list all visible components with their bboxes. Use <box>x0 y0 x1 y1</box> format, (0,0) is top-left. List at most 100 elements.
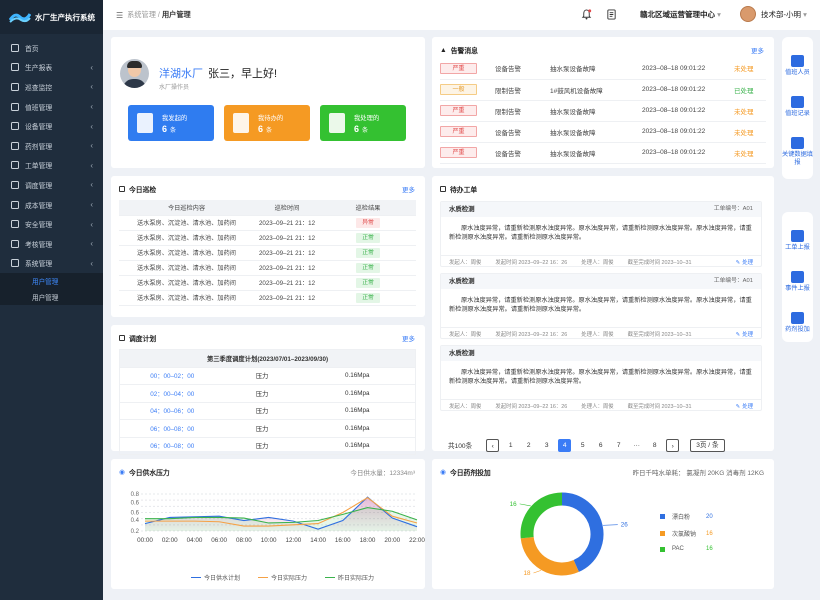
workorder-body: 原水浊度异常，请重新检测原水浊度异常。原水浊度异常，请重新检测原水浊度异常。原水… <box>449 369 752 385</box>
page-size-select[interactable]: 3页 / 条 <box>690 438 725 452</box>
plan-header: 第三季度调度计划(2023/07/01–2023/09/30) <box>119 349 416 368</box>
pie-legend-item[interactable]: 漂白粉 20 <box>660 512 713 521</box>
pagination-page[interactable]: 6 <box>594 439 607 452</box>
patrol-result-badge: 正常 <box>356 262 380 273</box>
alarm-row[interactable]: 严重 设备告警 抽水泵设备故障 2023–08–18 09:01:22 未处理 <box>440 142 766 164</box>
donut-slice-1[interactable] <box>520 536 579 576</box>
legend-line-icon <box>258 576 268 579</box>
plan-time: 04：00–06：00 <box>119 402 225 420</box>
pagination-page[interactable]: 3 <box>540 439 553 452</box>
pie-legend-item[interactable]: PAC 16 <box>660 546 713 552</box>
right-toolbar-report: 工单上报事件上报药剂投加 <box>782 212 813 342</box>
sidebar-item-label: 巡查监控 <box>25 84 53 92</box>
pagination-page[interactable]: 8 <box>648 439 661 452</box>
pagination-prev[interactable]: ‹ <box>486 438 500 452</box>
quick-action-group2-0[interactable]: 工单上报 <box>782 230 813 252</box>
alarm-status: 未处理 <box>734 142 766 164</box>
document-icon[interactable] <box>606 9 617 20</box>
pagination-page[interactable]: 4 <box>558 438 572 452</box>
region-selector[interactable]: 赣北区域运营管理中心 ▾ <box>640 9 721 20</box>
workorder-process-button[interactable]: ✎ 处理 <box>736 330 753 338</box>
quick-action-group1-1[interactable]: 值班记录 <box>782 96 813 118</box>
sidebar-item-9[interactable]: 安全管理 ‹ <box>0 214 103 234</box>
pagination-page[interactable]: 1 <box>504 439 517 452</box>
stat-number: 6 <box>354 124 360 134</box>
submenu-item[interactable]: 用户管理 <box>0 273 103 289</box>
donut-slice-0[interactable] <box>561 492 604 572</box>
patrol-content: 送水泵房、沉淀池、清水池、加药间 <box>119 275 254 291</box>
donut-slice-2[interactable] <box>520 492 563 539</box>
quick-action-group2-2[interactable]: 药剂投加 <box>782 312 813 334</box>
sidebar-item-0[interactable]: 首页 <box>0 38 103 58</box>
legend-value: 16 <box>706 530 713 537</box>
alarm-desc: 抽水泵设备故障 <box>550 142 642 164</box>
alarm-row[interactable]: 一般 限制告警 1#鼓风机设备故障 2023–08–18 09:01:22 已处理 <box>440 79 766 101</box>
chevron-left-icon: ‹ <box>90 160 93 170</box>
quick-action-group2-1[interactable]: 事件上报 <box>782 271 813 293</box>
pagination: 共100条 ‹ 1 2 3 4 5 6 7 ··· 8 › 3页 / 条 <box>448 438 725 452</box>
quick-action-group1-0[interactable]: 值班人员 <box>782 55 813 77</box>
submenu: 用户管理 用户管理 <box>0 273 103 306</box>
legend-item[interactable]: 今日供水计划 <box>191 573 240 582</box>
submenu-item[interactable]: 用户管理 <box>0 289 103 305</box>
stat-document-icon <box>329 113 345 133</box>
sidebar-item-8[interactable]: 成本管理 ‹ <box>0 195 103 215</box>
bell-icon[interactable] <box>581 9 592 20</box>
menu-toggle-icon[interactable]: ☰ <box>116 11 123 20</box>
legend-item[interactable]: 今日实际压力 <box>258 573 307 582</box>
workorder-process-button[interactable]: ✎ 处理 <box>736 258 753 266</box>
menu-item-icon <box>11 239 19 248</box>
top-header: ☰ 系统管理 / 用户管理 赣北区域运营管理中心 ▾ 技术部-小明 ▾ <box>103 0 820 30</box>
stat-card-1[interactable]: 我待办的 6 条 <box>224 105 310 141</box>
logo-icon <box>9 13 31 23</box>
patrol-col-time: 巡检时间 <box>254 200 320 216</box>
workorder-title-text: 待办工单 <box>450 187 478 194</box>
pie-legend-item[interactable]: 次氯酸钠 16 <box>660 529 713 538</box>
user-menu[interactable]: 技术部-小明 ▾ <box>740 6 807 22</box>
plan-item: 压力 <box>224 419 300 438</box>
sidebar: 水厂生产执行系统 首页 生产报表 ‹ 巡查监控 ‹ 值班管理 ‹ 设备管理 ‹ 药剂管理 ‹ 工单管理… <box>0 0 103 600</box>
sidebar-item-7[interactable]: 调度管理 ‹ <box>0 175 103 195</box>
edit-icon: ✎ <box>735 260 741 266</box>
pagination-page[interactable]: 2 <box>522 439 535 452</box>
sidebar-item-3[interactable]: 值班管理 ‹ <box>0 97 103 117</box>
plan-item: 压力 <box>224 402 300 420</box>
plan-time: 02：00–04：00 <box>119 384 225 403</box>
alarm-row[interactable]: 严重 限制告警 抽水泵设备故障 2023–08–18 09:01:22 未处理 <box>440 100 766 122</box>
plan-more-link[interactable]: 更多 <box>402 333 415 343</box>
alarm-row[interactable]: 严重 设备告警 抽水泵设备故障 2023–08–18 09:01:22 未处理 <box>440 121 766 143</box>
user-role: 水厂操作员 <box>159 85 190 91</box>
pagination-page[interactable]: 5 <box>576 439 589 452</box>
sidebar-item-5[interactable]: 药剂管理 ‹ <box>0 136 103 156</box>
legend-item[interactable]: 昨日实际压力 <box>325 573 374 582</box>
workorder-deadline: 截至完成时间 2023–10–31 <box>627 260 692 266</box>
patrol-time: 2023–09–21 21：12 <box>254 275 320 291</box>
pagination-next[interactable]: › <box>666 438 680 452</box>
legend-label: PAC <box>672 546 684 552</box>
sidebar-item-2[interactable]: 巡查监控 ‹ <box>0 77 103 97</box>
sidebar-item-4[interactable]: 设备管理 ‹ <box>0 116 103 136</box>
workorder-process-button[interactable]: ✎ 处理 <box>736 402 753 410</box>
sidebar-item-1[interactable]: 生产报表 ‹ <box>0 58 103 78</box>
pagination-page[interactable]: ··· <box>630 439 643 452</box>
patrol-row: 送水泵房、沉淀池、清水池、加药间 2023–09–21 21：12 异常 <box>119 215 416 231</box>
quick-action-group1-2[interactable]: 关键数据填报 <box>782 137 813 167</box>
alarm-more-link[interactable]: 更多 <box>751 45 764 55</box>
alarm-desc: 1#鼓风机设备故障 <box>550 79 642 101</box>
sidebar-item-6[interactable]: 工单管理 ‹ <box>0 156 103 176</box>
sidebar-item-10[interactable]: 考核管理 ‹ <box>0 234 103 254</box>
plan-card: 调度计划 更多 第三季度调度计划(2023/07/01–2023/09/30) … <box>111 325 425 455</box>
patrol-title: 今日巡检 <box>119 184 156 194</box>
stat-card-0[interactable]: 我发起的 6 条 <box>128 105 214 141</box>
alarm-row[interactable]: 严重 设备告警 抽水泵设备故障 2023–08–18 09:01:22 未处理 <box>440 58 766 80</box>
pagination-page[interactable]: 7 <box>612 439 625 452</box>
stat-card-2[interactable]: 我处理的 6 条 <box>320 105 406 141</box>
patrol-more-link[interactable]: 更多 <box>402 184 415 194</box>
sidebar-item-11[interactable]: 系统管理 ‹ <box>0 254 103 274</box>
alarm-desc: 抽水泵设备故障 <box>550 121 642 143</box>
factory-name: 洋湖水厂 <box>159 68 203 80</box>
menu-item-icon <box>11 63 19 72</box>
plan-time: 06：00–08：00 <box>119 437 225 455</box>
breadcrumb-parent[interactable]: 系统管理 <box>127 10 156 19</box>
dosing-chart-card: ◉ 今日药剂投加 昨日千吨水单耗： 氯凝剂 20KG 消毒剂 12KG 26 18 1… <box>432 459 774 589</box>
